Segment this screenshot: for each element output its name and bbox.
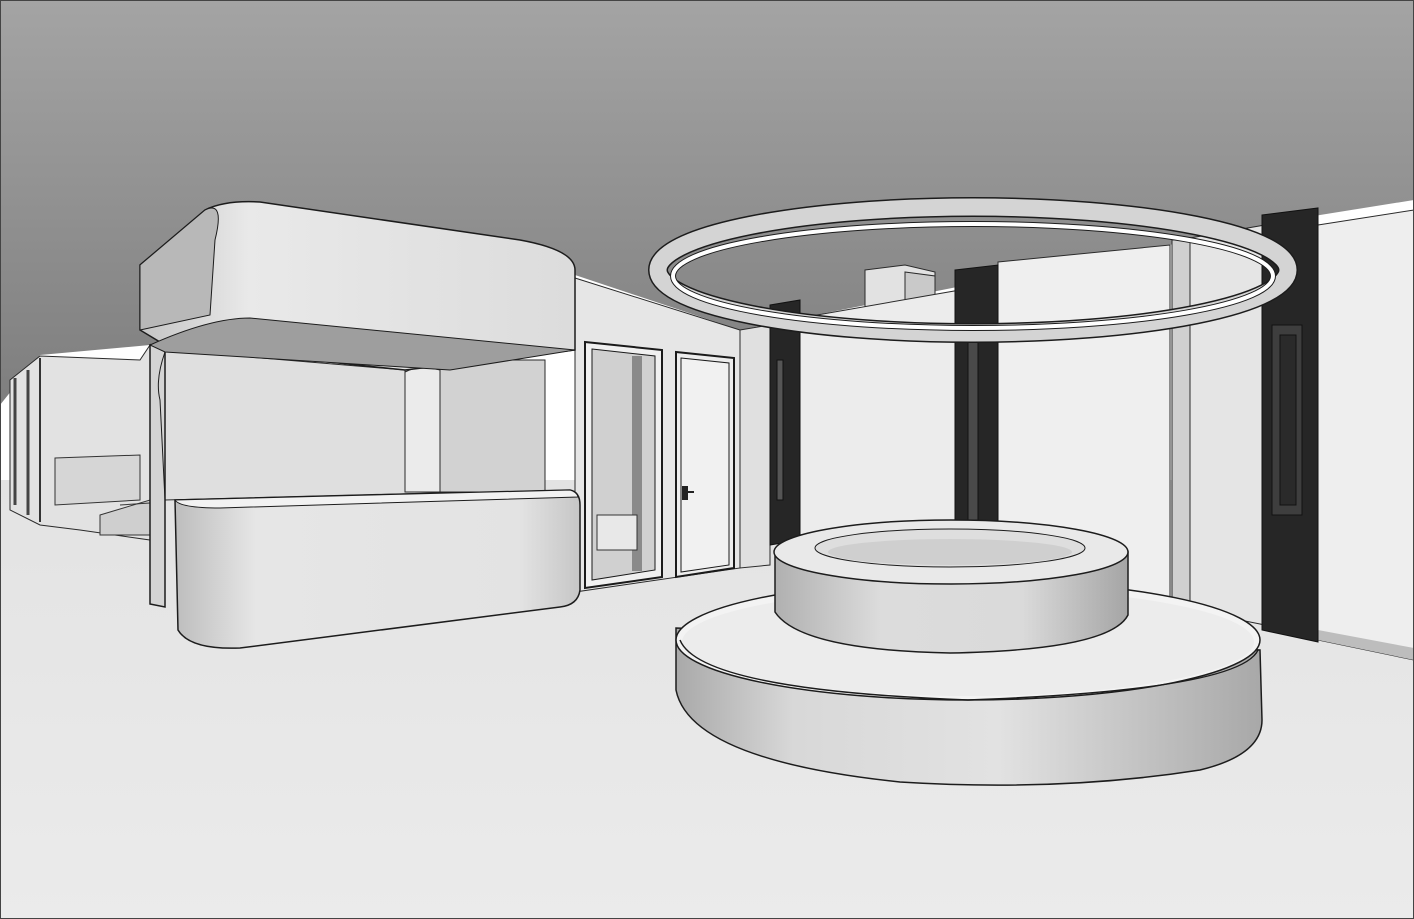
door[interactable] <box>675 350 735 579</box>
round-platform-top <box>773 519 1129 654</box>
glass-door[interactable] <box>584 340 663 590</box>
render-viewport <box>0 0 1414 919</box>
left-pillar <box>149 344 166 608</box>
